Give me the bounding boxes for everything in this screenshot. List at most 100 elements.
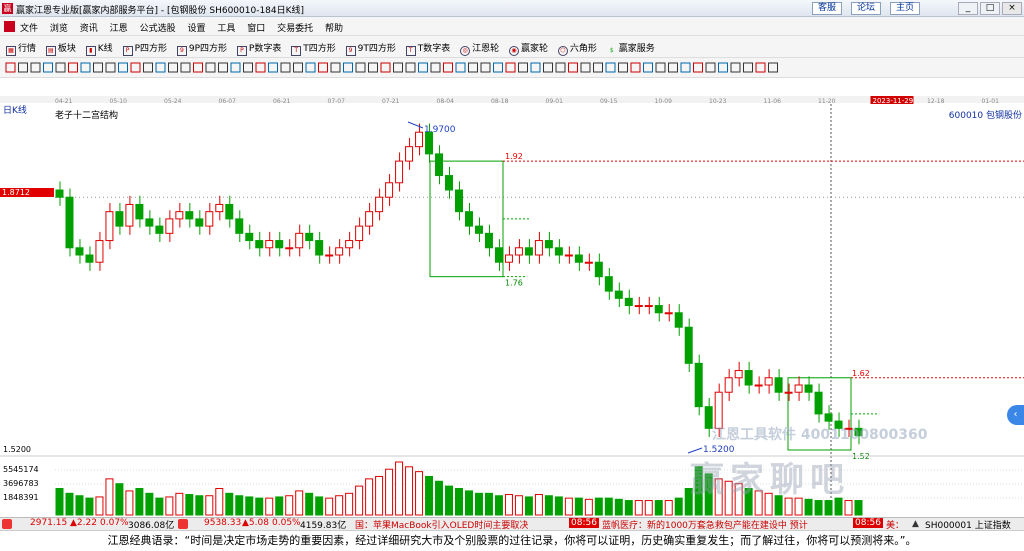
volume-bar bbox=[95, 496, 104, 516]
volume-bar bbox=[534, 494, 543, 516]
drawing-tool-icon bbox=[255, 62, 266, 73]
sz-index-icon bbox=[178, 519, 188, 529]
toolbar-service-button[interactable]: $ 赢家服务 bbox=[607, 41, 655, 57]
drawing-tool-icon bbox=[455, 62, 466, 73]
candle bbox=[734, 370, 743, 379]
candle bbox=[564, 254, 573, 257]
candle bbox=[684, 326, 693, 364]
candle bbox=[55, 189, 64, 198]
toolbar-p-square-button[interactable]: P P四方形 bbox=[122, 41, 167, 56]
menu-tools[interactable]: 工具 bbox=[217, 24, 235, 34]
toolbar-gann-wheel-button[interactable]: ◎ 江恩轮 bbox=[460, 41, 499, 56]
candle bbox=[794, 384, 803, 393]
volume-bar bbox=[405, 466, 414, 516]
volume-bar bbox=[115, 483, 124, 516]
drawing-tool-icon bbox=[368, 62, 378, 73]
volume-bar bbox=[624, 500, 633, 516]
toolbar-t-square-button[interactable]: T T四方形 bbox=[291, 41, 336, 56]
volume-bar bbox=[275, 496, 284, 516]
menu-trade[interactable]: 交易委托 bbox=[277, 24, 313, 34]
sh-index-change: ▲2.22 bbox=[70, 518, 97, 528]
homepage-link[interactable]: 主页 bbox=[890, 2, 920, 15]
kline-chart[interactable]: 04-21 05-10 05-24 06-07 06-21 07-07 07-21 08-04… bbox=[0, 96, 1024, 517]
menu-settings[interactable]: 设置 bbox=[187, 24, 205, 34]
drawing-tool-icon bbox=[118, 62, 128, 73]
sz-index-value: 9538.33 bbox=[204, 518, 242, 528]
candle bbox=[674, 312, 683, 328]
menu-browse[interactable]: 浏览 bbox=[50, 24, 68, 34]
menu-logo-icon bbox=[4, 21, 15, 32]
maximize-button[interactable]: □ bbox=[980, 2, 1000, 15]
date-label: 08-18 bbox=[491, 98, 509, 105]
candle bbox=[285, 247, 294, 250]
drawing-tool-icon bbox=[180, 62, 191, 73]
menu-news[interactable]: 资讯 bbox=[80, 24, 98, 34]
side-panel-toggle-button[interactable]: ‹ bbox=[1007, 405, 1024, 425]
candle bbox=[185, 211, 194, 220]
drawing-tools-strip[interactable] bbox=[0, 58, 1024, 78]
menu-file[interactable]: 文件 bbox=[20, 24, 38, 34]
toolbar-9t-square-button[interactable]: 9 9T四方形 bbox=[345, 41, 396, 56]
menu-window[interactable]: 窗口 bbox=[247, 24, 265, 34]
toolbar-kline-button[interactable]: ▮ K线 bbox=[85, 41, 113, 56]
menu-help[interactable]: 帮助 bbox=[325, 24, 343, 34]
volume-bar bbox=[215, 488, 224, 516]
candle bbox=[315, 240, 324, 256]
date-label: 06-07 bbox=[219, 98, 237, 105]
drawing-tool-icon bbox=[343, 62, 353, 73]
close-button[interactable]: × bbox=[1002, 2, 1022, 15]
volume-bar bbox=[445, 485, 454, 516]
drawing-tool-icon bbox=[743, 62, 753, 73]
drawing-tool-icon bbox=[730, 62, 741, 73]
volume-bar bbox=[634, 500, 643, 516]
candle bbox=[235, 218, 244, 234]
drawing-tool-icon bbox=[580, 62, 591, 73]
volume-bar bbox=[395, 461, 404, 516]
volume-bar bbox=[455, 488, 463, 516]
volume-bar bbox=[824, 500, 833, 516]
toolbar-hexagon-button[interactable]: ⬡ 六角形 bbox=[557, 41, 597, 56]
drawing-tool-icon bbox=[305, 62, 316, 73]
p-square-icon: P bbox=[122, 46, 133, 56]
drawing-tool-icon bbox=[155, 62, 166, 73]
minimize-button[interactable]: _ bbox=[958, 2, 978, 15]
volume-bar bbox=[355, 485, 364, 516]
drawing-tool-icon bbox=[543, 62, 553, 73]
box1-bottom-label: 1.76 bbox=[505, 279, 523, 288]
toolbar-t-number-button[interactable]: T T数字表 bbox=[405, 41, 450, 56]
volume-bar bbox=[85, 497, 94, 516]
toolbar-sectors-button[interactable]: ▤ 板块 bbox=[45, 41, 76, 56]
toolbar-p-number-button[interactable]: P P数字表 bbox=[236, 41, 281, 56]
candle bbox=[504, 254, 513, 263]
winner-wheel-icon: ◉ bbox=[508, 46, 519, 56]
customer-service-link[interactable]: 客服 bbox=[812, 2, 842, 15]
date-label: 05-24 bbox=[164, 98, 182, 105]
volume-bar bbox=[255, 497, 264, 516]
candle bbox=[594, 261, 603, 278]
menu-gann[interactable]: 江恩 bbox=[110, 24, 128, 34]
candle bbox=[624, 297, 633, 307]
toolbar-9p-square-button[interactable]: 9 9P四方形 bbox=[176, 41, 227, 56]
drawing-tool-icon bbox=[168, 62, 178, 73]
drawing-tool-icon bbox=[593, 62, 603, 73]
candle bbox=[405, 146, 414, 162]
candle bbox=[714, 391, 723, 429]
drawing-tool-icon bbox=[268, 62, 278, 73]
date-label: 12-18 bbox=[927, 98, 945, 105]
candle bbox=[275, 240, 284, 249]
volume-bar bbox=[125, 490, 134, 516]
drawing-tool-icon bbox=[205, 62, 216, 73]
window-title: 赢家江恩专业版[赢家内部服务平台] - [包钢股份 SH600010-184日K… bbox=[16, 6, 305, 16]
candle bbox=[425, 131, 434, 155]
candle bbox=[464, 211, 473, 227]
toolbar-quotes-button[interactable]: ▦ 行情 bbox=[6, 41, 36, 56]
menu-formula[interactable]: 公式选股 bbox=[140, 24, 176, 34]
date-label: 09-01 bbox=[546, 98, 564, 105]
volume-bar bbox=[614, 498, 623, 516]
candle bbox=[215, 203, 224, 213]
date-label: 07-07 bbox=[328, 98, 346, 105]
forum-link[interactable]: 论坛 bbox=[851, 2, 881, 15]
high-label: 1.9700 bbox=[424, 125, 456, 135]
toolbar-winner-wheel-button[interactable]: ◉ 赢家轮 bbox=[508, 41, 548, 56]
sz-index-change: ▲5.08 bbox=[242, 518, 269, 528]
